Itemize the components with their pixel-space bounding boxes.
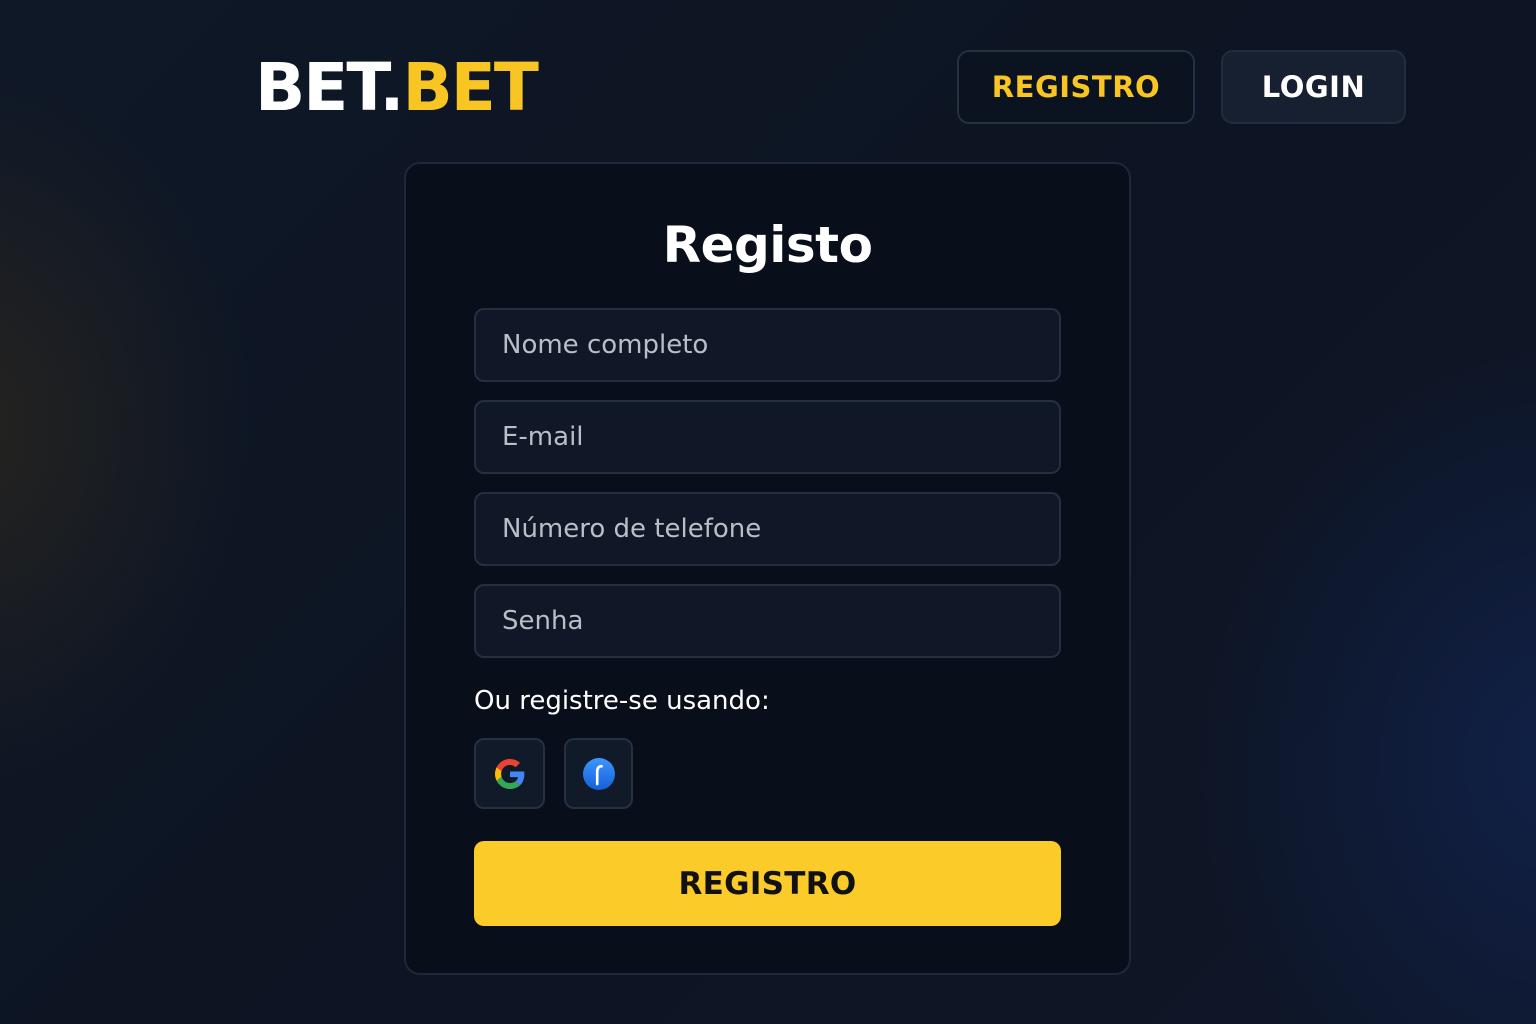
email-input[interactable] [474,400,1061,474]
logo[interactable]: BET. BET [255,48,539,128]
google-icon [494,758,524,789]
logo-text-primary: BET. [255,49,404,126]
social-register-label: Ou registre-se usando: [474,686,770,716]
phone-input[interactable] [474,492,1061,566]
google-register-button[interactable] [474,738,545,809]
full-name-input[interactable] [474,308,1061,382]
facebook-register-button[interactable] [564,738,633,809]
logo-text-accent: BET [402,49,538,126]
registration-card: Registo Ou registre-se usando: REGISTRO [404,162,1131,975]
form-title: Registo [662,216,873,274]
header-register-button[interactable]: REGISTRO [957,50,1195,124]
register-submit-button[interactable]: REGISTRO [474,841,1061,926]
password-input[interactable] [474,584,1061,658]
header-login-button[interactable]: LOGIN [1221,50,1406,124]
facebook-icon [582,757,615,790]
